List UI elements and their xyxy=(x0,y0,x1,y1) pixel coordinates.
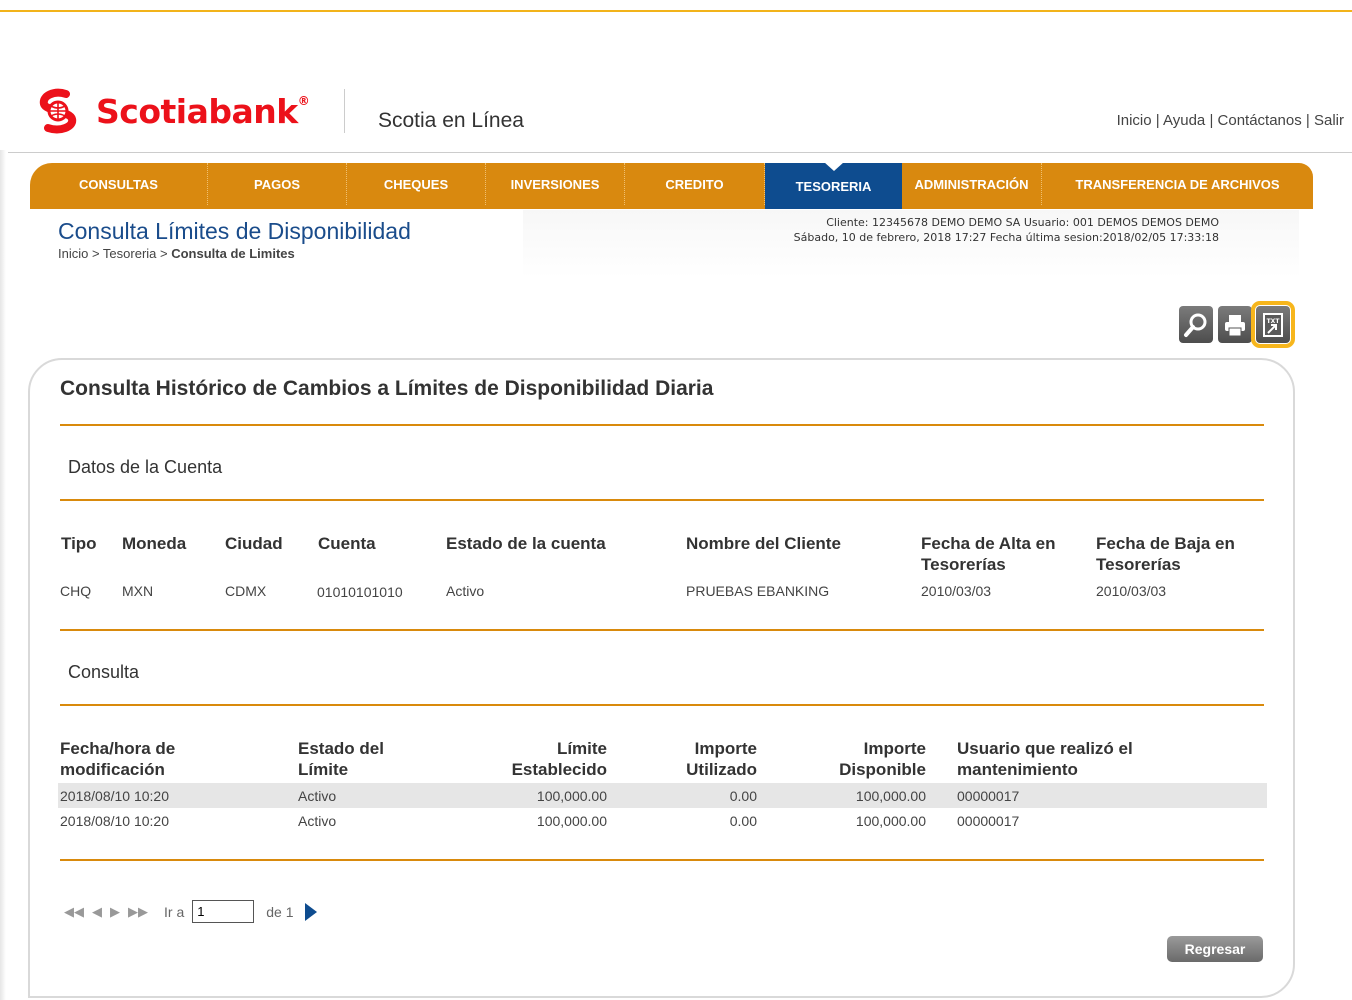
limits-cell-usuario: 00000017 xyxy=(957,788,1020,804)
divider xyxy=(60,424,1264,426)
limits-header-utilizado: Importe Utilizado xyxy=(686,739,757,779)
panel-title: Consulta Histórico de Cambios a Límites … xyxy=(60,377,714,400)
search-button[interactable] xyxy=(1179,306,1213,343)
print-icon xyxy=(1225,314,1245,336)
account-fecha-baja: 2010/03/03 xyxy=(1096,583,1167,599)
next-page-icon[interactable] xyxy=(305,902,318,921)
account-tipo: CHQ xyxy=(60,583,92,599)
section-query-title: Consulta xyxy=(68,662,140,682)
limits-cell-limite: 100,000.00 xyxy=(536,813,607,829)
limits-header-usuario: Usuario que realizó el mantenimiento xyxy=(957,739,1133,779)
session-date-line: Sábado, 10 de febrero, 2018 17:27 Fecha … xyxy=(793,231,1219,244)
nav-tab-cheques[interactable]: CHEQUES xyxy=(347,163,486,205)
breadcrumb-current: Consulta de Limites xyxy=(171,246,295,261)
account-header-baja: Fecha de Baja en Tesorerías xyxy=(1096,534,1235,574)
limits-cell-utilizado: 0.00 xyxy=(729,813,757,829)
divider xyxy=(60,629,1264,631)
account-nombre: PRUEBAS EBANKING xyxy=(686,583,830,599)
go-to-label: Ir a xyxy=(164,903,185,920)
left-shadow xyxy=(0,150,6,1000)
first-page-icon[interactable]: ◀◀ xyxy=(64,904,84,920)
account-moneda: MXN xyxy=(122,583,154,599)
breadcrumb-path[interactable]: Inicio > Tesoreria > xyxy=(58,246,171,261)
divider xyxy=(60,859,1264,861)
next-page-small-icon[interactable]: ▶ xyxy=(110,904,120,920)
limits-cell-disponible: 100,000.00 xyxy=(855,813,926,829)
link-contactanos[interactable]: Contáctanos xyxy=(1218,112,1302,129)
link-ayuda[interactable]: Ayuda xyxy=(1163,112,1205,129)
link-inicio[interactable]: Inicio xyxy=(1117,112,1152,129)
limits-header-estado: Estado del Límite xyxy=(298,739,384,779)
scotiabank-globe-icon xyxy=(39,88,77,134)
limits-header-disponible: Importe Disponible xyxy=(839,739,926,779)
section-account-title: Datos de la Cuenta xyxy=(68,457,223,477)
limits-cell-limite: 100,000.00 xyxy=(536,788,607,804)
account-header-alta: Fecha de Alta en Tesorerías xyxy=(921,534,1056,574)
nav-tab-tesoreria[interactable]: TESORERIA xyxy=(765,162,902,209)
session-client-line: Cliente: 12345678 DEMO DEMO SA Usuario: … xyxy=(826,216,1219,229)
txt-export-icon: TXT xyxy=(1263,312,1283,337)
nav-tab-consultas[interactable]: CONSULTAS xyxy=(30,163,208,205)
header-rule xyxy=(8,152,1352,153)
account-header-moneda: Moneda xyxy=(122,534,187,553)
txt-export-button[interactable]: TXT xyxy=(1251,301,1295,348)
print-button[interactable] xyxy=(1218,306,1252,343)
limits-cell-fecha: 2018/08/10 10:20 xyxy=(60,788,169,804)
account-cuenta: 01010101010 xyxy=(317,584,403,600)
limits-cell-estado: Activo xyxy=(298,788,337,804)
prev-page-icon[interactable]: ◀ xyxy=(92,904,102,920)
limits-cell-utilizado: 0.00 xyxy=(729,788,757,804)
account-header-cuenta: Cuenta xyxy=(318,534,376,553)
limits-cell-disponible: 100,000.00 xyxy=(855,788,926,804)
divider xyxy=(60,499,1264,501)
page-title: Consulta Límites de Disponibilidad xyxy=(58,218,411,244)
link-salir[interactable]: Salir xyxy=(1314,112,1344,129)
limits-cell-estado: Activo xyxy=(298,813,337,829)
back-button[interactable]: Regresar xyxy=(1167,936,1263,962)
account-header-ciudad: Ciudad xyxy=(225,534,283,553)
scotiabank-logo[interactable]: Scotiabank® xyxy=(36,88,310,134)
svg-text:TXT: TXT xyxy=(1267,318,1281,325)
account-header-estado: Estado de la cuenta xyxy=(446,534,606,553)
top-rule xyxy=(0,10,1352,12)
brand-wordmark: Scotiabank® xyxy=(96,91,310,131)
nav-tab-transferencia-de-archivos[interactable]: TRANSFERENCIA DE ARCHIVOS xyxy=(1042,163,1313,205)
limits-header-limite: Límite Establecido xyxy=(511,739,607,779)
account-estado: Activo xyxy=(446,583,485,599)
nav-tab-pagos[interactable]: PAGOS xyxy=(208,163,347,205)
limits-cell-fecha: 2018/08/10 10:20 xyxy=(60,813,169,829)
header-divider xyxy=(344,89,345,133)
nav-tab-credito[interactable]: CREDITO xyxy=(625,163,765,205)
account-header-tipo: Tipo xyxy=(61,534,97,553)
account-fecha-alta: 2010/03/03 xyxy=(921,583,992,599)
session-info: Cliente: 12345678 DEMO DEMO SA Usuario: … xyxy=(523,210,1299,278)
limits-header-fecha: Fecha/hora de modificación xyxy=(60,739,176,779)
last-page-icon[interactable]: ▶▶ xyxy=(128,904,148,920)
page-count-label: de 1 xyxy=(266,903,294,920)
nav-tab-administración[interactable]: ADMINISTRACIÓN xyxy=(902,163,1042,205)
limits-cell-usuario: 00000017 xyxy=(957,813,1020,829)
search-icon xyxy=(1184,313,1207,337)
top-links: Inicio | Ayuda | Contáctanos | Salir xyxy=(1116,112,1344,129)
account-header-nombre: Nombre del Cliente xyxy=(686,534,841,553)
page-number-input[interactable] xyxy=(192,900,255,923)
account-ciudad: CDMX xyxy=(225,583,267,599)
app-title: Scotia en Línea xyxy=(378,109,524,132)
main-nav: CONSULTAS PAGOS CHEQUES INVERSIONES CREDITO T… xyxy=(30,162,1313,209)
pager: ◀◀ ◀ ▶ ▶▶ Ir a de 1 xyxy=(64,900,318,923)
breadcrumb: Inicio > Tesoreria > Consulta de Limites xyxy=(58,246,295,261)
nav-tab-inversiones[interactable]: INVERSIONES xyxy=(486,163,625,205)
divider xyxy=(60,704,1264,706)
